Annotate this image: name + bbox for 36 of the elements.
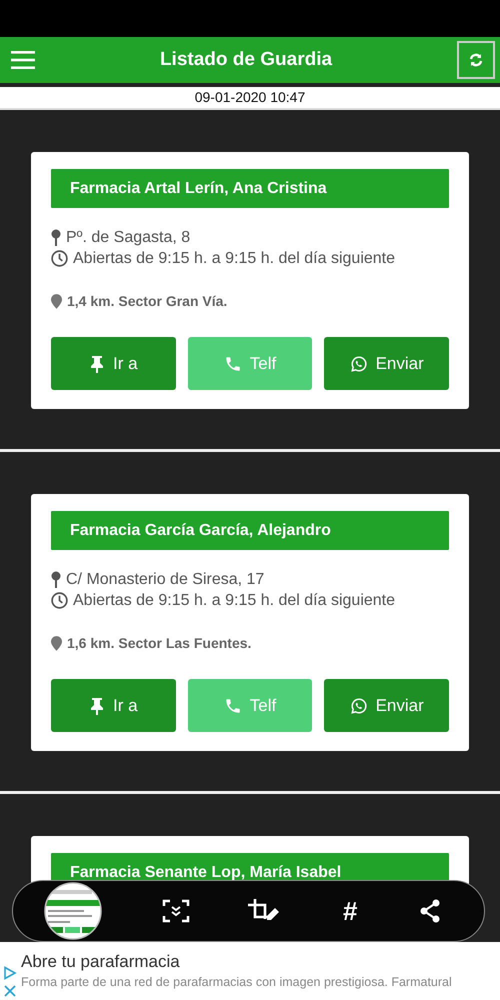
opening-hours: Abiertas de 9:15 h. a 9:15 h. del día siguiente [73,249,396,269]
chat-bubble-icon [350,696,368,714]
distance-text: 1,4 km. Sector Gran Vía. [67,292,228,311]
address-text: Pº. de Sagasta, 8 [66,228,190,248]
hashtag-button[interactable]: # [338,896,362,926]
refresh-button[interactable] [457,41,495,79]
menu-icon[interactable] [11,51,35,69]
go-button[interactable]: Ir a [51,679,176,732]
close-icon[interactable] [3,984,17,998]
pharmacy-name: Farmacia Artal Lerín, Ana Cristina [51,169,449,208]
pharmacy-name: Farmacia García García, Alejandro [51,511,449,550]
address-text: C/ Monasterio de Siresa, 17 [66,570,264,590]
pin-icon [89,696,106,714]
phone-icon [224,354,242,372]
pin-icon [89,354,106,372]
clock-icon [51,592,68,609]
opening-hours: Abiertas de 9:15 h. a 9:15 h. del día siguiente [73,591,396,611]
go-button[interactable]: Ir a [51,337,176,390]
clock-icon [51,250,68,267]
pin-icon [51,228,61,246]
phone-icon [224,696,242,714]
location-marker-icon [51,294,62,309]
ad-choices-icon[interactable] [3,966,17,980]
send-button[interactable]: Enviar [324,337,449,390]
send-button[interactable]: Enviar [324,679,449,732]
refresh-icon [469,53,483,67]
date-time: 09-01-2020 10:47 [0,87,500,110]
pin-icon [51,570,61,588]
ad-title[interactable]: Abre tu parafarmacia [21,952,452,972]
screen-title: Listado de Guardia [160,49,332,71]
scroll-capture-icon[interactable] [162,899,190,923]
share-icon[interactable] [419,899,442,923]
chat-bubble-icon [350,354,368,372]
ad-description: Forma parte de una red de parafarmacias con imagen prestigiosa. Farmatural [21,975,452,989]
distance-text: 1,6 km. Sector Las Fuentes. [67,634,252,653]
location-marker-icon [51,636,62,651]
